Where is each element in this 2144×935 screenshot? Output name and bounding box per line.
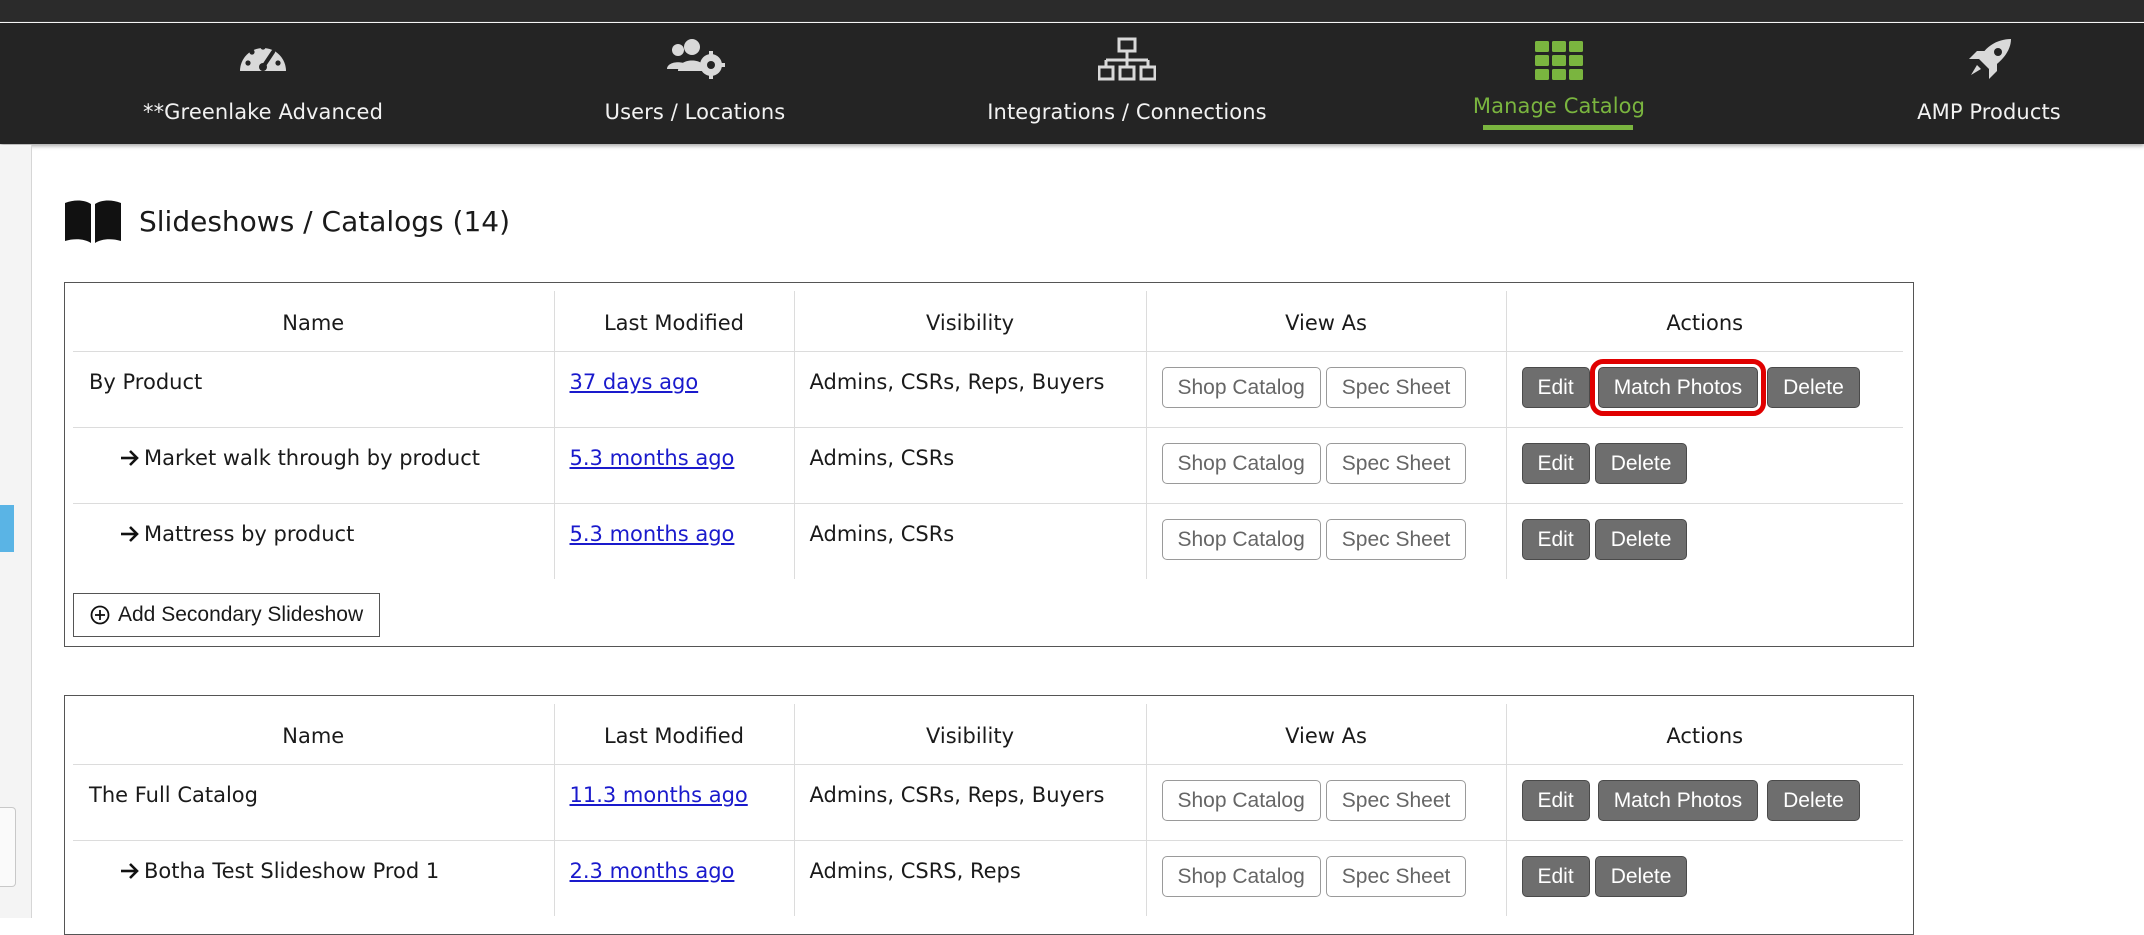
window-top-strip [0, 0, 2144, 22]
row-visibility: Admins, CSRs [793, 427, 1146, 504]
edit-button[interactable]: Edit [1521, 779, 1590, 821]
network-icon [1098, 37, 1156, 81]
row-visibility: Admins, CSRS, Reps [793, 840, 1146, 916]
last-modified-link[interactable]: 2.3 months ago [570, 859, 735, 883]
slideshow-group-full-catalog: Name Last Modified Visibility View As Ac… [64, 695, 1914, 935]
delete-button[interactable]: Delete [1594, 855, 1688, 897]
rocket-icon [1969, 39, 2011, 79]
row-name-text: Market walk through by product [144, 445, 480, 470]
delete-button[interactable]: Delete [1594, 518, 1688, 560]
sidebar-active-tab[interactable] [0, 505, 14, 552]
sidebar-collapsed-panel[interactable] [0, 807, 16, 887]
table-row: Market walk through by product 5.3 month… [73, 427, 1903, 504]
column-header-view-as: View As [1145, 704, 1506, 765]
last-modified-link[interactable]: 5.3 months ago [570, 446, 735, 470]
table-row: The Full Catalog 11.3 months ago Admins,… [73, 764, 1903, 841]
column-header-name: Name [73, 291, 554, 352]
row-name: Botha Test Slideshow Prod 1 [73, 840, 554, 916]
nav-item-amp-products[interactable]: AMP Products [1774, 23, 2144, 144]
table-header-row: Name Last Modified Visibility View As Ac… [73, 704, 1903, 765]
last-modified-link[interactable]: 37 days ago [570, 370, 699, 394]
left-sidebar [0, 145, 32, 918]
nav-label: **Greenlake Advanced [142, 100, 384, 124]
row-name: By Product [73, 351, 554, 428]
column-header-actions: Actions [1505, 291, 1903, 352]
row-name: The Full Catalog [73, 764, 554, 841]
nav-label: AMP Products [1917, 100, 2061, 124]
plus-circle-icon [90, 605, 110, 625]
delete-button[interactable]: Delete [1767, 779, 1860, 821]
page-title: Slideshows / Catalogs (14) [139, 204, 511, 238]
delete-button[interactable]: Delete [1767, 366, 1860, 408]
main-nav: **Greenlake Advanced Users / Locations I… [0, 23, 2144, 144]
last-modified-link[interactable]: 11.3 months ago [570, 783, 748, 807]
row-visibility: Admins, CSRs, Reps, Buyers [793, 351, 1146, 428]
column-header-actions: Actions [1505, 704, 1903, 765]
spec-sheet-button[interactable]: Spec Sheet [1325, 442, 1467, 484]
column-header-last-modified: Last Modified [553, 704, 794, 765]
row-visibility: Admins, CSRs, Reps, Buyers [793, 764, 1146, 841]
nav-item-users-locations[interactable]: Users / Locations [480, 23, 910, 144]
column-header-visibility: Visibility [793, 291, 1146, 352]
book-icon [65, 200, 121, 243]
speedometer-icon [240, 44, 286, 71]
match-photos-button[interactable]: Match Photos [1597, 779, 1759, 821]
slideshow-table: Name Last Modified Visibility View As Ac… [73, 291, 1903, 579]
nav-label: Users / Locations [604, 100, 786, 124]
match-photos-button[interactable]: Match Photos [1589, 358, 1767, 416]
row-name: Market walk through by product [73, 427, 554, 504]
spec-sheet-button[interactable]: Spec Sheet [1325, 518, 1467, 560]
arrow-right-icon [121, 862, 139, 879]
nav-label: Integrations / Connections [987, 100, 1267, 124]
row-name-text: Mattress by product [144, 521, 355, 546]
page-heading: Slideshows / Catalogs (14) [63, 196, 510, 246]
add-secondary-label: Add Secondary Slideshow [118, 603, 364, 626]
shop-catalog-button[interactable]: Shop Catalog [1161, 779, 1321, 821]
table-row: By Product 37 days ago Admins, CSRs, Rep… [73, 351, 1903, 428]
arrow-right-icon [121, 525, 139, 542]
nav-item-greenlake-advanced[interactable]: **Greenlake Advanced [48, 23, 478, 144]
table-header-row: Name Last Modified Visibility View As Ac… [73, 291, 1903, 352]
slideshow-group-by-product: Name Last Modified Visibility View As Ac… [64, 282, 1914, 647]
edit-button[interactable]: Edit [1521, 366, 1590, 408]
edit-button[interactable]: Edit [1521, 442, 1590, 484]
table-row: Botha Test Slideshow Prod 1 2.3 months a… [73, 840, 1903, 916]
arrow-right-icon [121, 449, 139, 466]
column-header-name: Name [73, 704, 554, 765]
spec-sheet-button[interactable]: Spec Sheet [1325, 779, 1467, 821]
spec-sheet-button[interactable]: Spec Sheet [1325, 366, 1467, 408]
nav-item-integrations-connections[interactable]: Integrations / Connections [912, 23, 1342, 144]
row-name-text: Botha Test Slideshow Prod 1 [144, 858, 440, 883]
users-gear-icon [667, 39, 725, 79]
row-visibility: Admins, CSRs [793, 503, 1146, 579]
shop-catalog-button[interactable]: Shop Catalog [1161, 442, 1321, 484]
last-modified-link[interactable]: 5.3 months ago [570, 522, 735, 546]
shop-catalog-button[interactable]: Shop Catalog [1161, 855, 1321, 897]
column-header-visibility: Visibility [793, 704, 1146, 765]
slideshow-table: Name Last Modified Visibility View As Ac… [73, 704, 1903, 916]
add-secondary-slideshow-button[interactable]: Add Secondary Slideshow [73, 593, 381, 637]
edit-button[interactable]: Edit [1521, 855, 1590, 897]
grid-icon [1535, 41, 1583, 80]
nav-label: Manage Catalog [1472, 94, 1646, 118]
table-row: Mattress by product 5.3 months ago Admin… [73, 503, 1903, 579]
shop-catalog-button[interactable]: Shop Catalog [1161, 366, 1321, 408]
active-tab-underline [1483, 125, 1633, 130]
edit-button[interactable]: Edit [1521, 518, 1590, 560]
row-name: Mattress by product [73, 503, 554, 579]
nav-item-manage-catalog[interactable]: Manage Catalog [1344, 23, 1774, 144]
delete-button[interactable]: Delete [1594, 442, 1688, 484]
spec-sheet-button[interactable]: Spec Sheet [1325, 855, 1467, 897]
column-header-view-as: View As [1145, 291, 1506, 352]
shop-catalog-button[interactable]: Shop Catalog [1161, 518, 1321, 560]
column-header-last-modified: Last Modified [553, 291, 794, 352]
